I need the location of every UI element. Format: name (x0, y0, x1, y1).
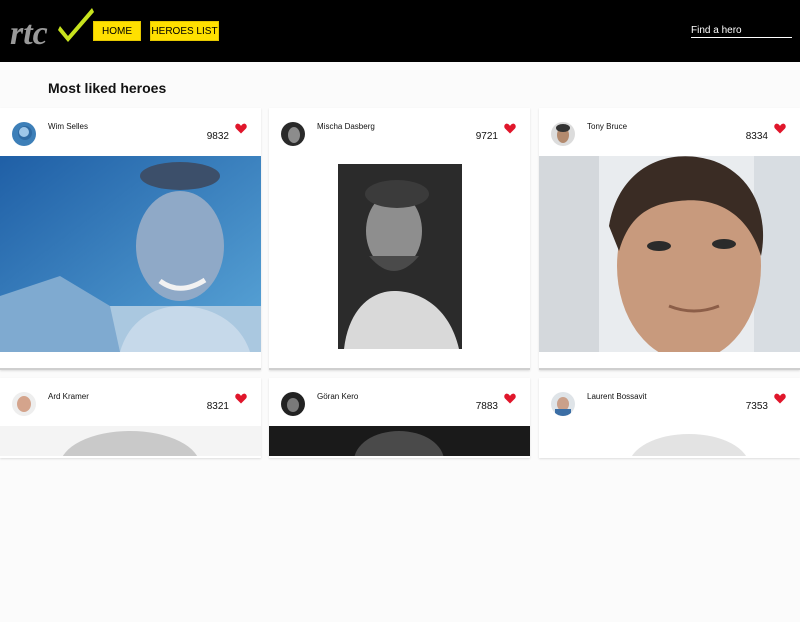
heart-icon[interactable] (504, 393, 516, 404)
hero-name[interactable]: Wim Selles (48, 122, 88, 131)
hero-avatar (551, 392, 575, 416)
hero-name[interactable]: Ard Kramer (48, 392, 89, 401)
like-count: 9721 (475, 131, 498, 142)
like-count: 8321 (206, 401, 229, 412)
hero-name[interactable]: Laurent Bossavit (587, 392, 647, 401)
top-navigation-bar: rtc HOME HEROES LIST (0, 0, 800, 62)
heart-icon[interactable] (235, 393, 247, 404)
hero-card-header: Laurent Bossavit 7353 (539, 378, 800, 426)
hero-card-header: Ard Kramer 8321 (0, 378, 261, 426)
hero-photo (0, 156, 261, 352)
hero-name[interactable]: Mischa Dasberg (317, 122, 375, 131)
hero-avatar (551, 122, 575, 146)
hero-card[interactable]: Ard Kramer 8321 (0, 378, 261, 501)
card-divider (0, 368, 261, 370)
card-divider (269, 368, 530, 370)
hero-photo (0, 426, 261, 622)
hero-avatar (12, 122, 36, 146)
hero-card-header: Tony Bruce 8334 (539, 108, 800, 156)
hero-photo (269, 156, 530, 352)
card-divider (539, 368, 800, 370)
nav-heroes-list-button[interactable]: HEROES LIST (150, 21, 219, 41)
hero-card-header: Wim Selles 9832 (0, 108, 261, 156)
hero-photo (539, 426, 800, 622)
like-count: 8334 (745, 131, 768, 142)
hero-avatar (281, 122, 305, 146)
hero-avatar (281, 392, 305, 416)
rtc-logo[interactable]: rtc (8, 4, 98, 54)
logo-checkmark-icon (58, 8, 94, 42)
hero-name[interactable]: Tony Bruce (587, 122, 627, 131)
hero-avatar (12, 392, 36, 416)
hero-photo (269, 426, 530, 622)
hero-card[interactable]: Mischa Dasberg 9721 (269, 108, 530, 370)
logo-text: rtc (10, 15, 48, 52)
search-hero-input[interactable] (691, 23, 792, 38)
heart-icon[interactable] (504, 123, 516, 134)
hero-card[interactable]: Göran Kero 7883 (269, 378, 530, 491)
hero-card[interactable]: Tony Bruce 8334 (539, 108, 800, 370)
hero-name[interactable]: Göran Kero (317, 392, 358, 401)
like-count: 7353 (745, 401, 768, 412)
hero-card[interactable]: Wim Selles 9832 (0, 108, 261, 370)
heart-icon[interactable] (774, 393, 786, 404)
hero-card[interactable]: Laurent Bossavit 7353 (539, 378, 800, 498)
heart-icon[interactable] (774, 123, 786, 134)
hero-card-header: Göran Kero 7883 (269, 378, 530, 426)
page-title: Most liked heroes (48, 80, 167, 96)
like-count: 7883 (475, 401, 498, 412)
hero-card-header: Mischa Dasberg 9721 (269, 108, 530, 156)
heart-icon[interactable] (235, 123, 247, 134)
nav-home-button[interactable]: HOME (93, 21, 141, 41)
hero-photo (539, 156, 800, 352)
like-count: 9832 (206, 131, 229, 142)
